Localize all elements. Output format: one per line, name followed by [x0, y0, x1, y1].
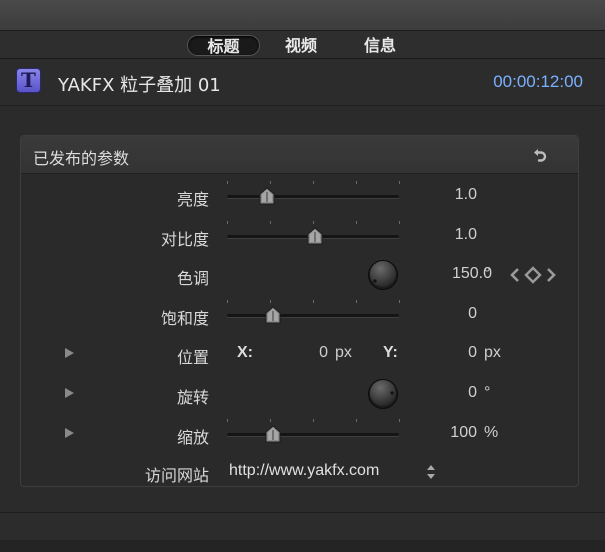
- tab-video[interactable]: 视频: [268, 35, 334, 56]
- slider-tick: [399, 300, 400, 303]
- disclosure-triangle-icon[interactable]: [65, 348, 74, 358]
- brightness-slider[interactable]: [227, 195, 399, 198]
- scale-slider-thumb[interactable]: [265, 425, 281, 443]
- clip-title: YAKFX 粒子叠加 01: [58, 75, 221, 96]
- panel-header: 已发布的参数: [21, 136, 578, 174]
- position-x-unit: px: [335, 344, 352, 361]
- saturation-slider-thumb[interactable]: [265, 306, 281, 324]
- slider-tick: [313, 181, 314, 184]
- param-row-hue: 色调 150.0 °: [21, 259, 578, 291]
- param-label: 亮度: [176, 190, 209, 209]
- param-row-brightness: 亮度 1.0: [21, 180, 578, 210]
- disclosure-triangle-icon[interactable]: [65, 388, 74, 398]
- scale-value[interactable]: 100: [450, 424, 477, 442]
- slider-ticks: [227, 221, 400, 225]
- slider-tick: [356, 300, 357, 303]
- param-row-rotation: 旋转 0 °: [21, 378, 578, 410]
- rotation-unit: °: [484, 384, 491, 401]
- slider-tick: [227, 221, 228, 224]
- website-popup-value[interactable]: http://www.yakfx.com: [229, 462, 379, 480]
- popup-stepper-icon[interactable]: [425, 463, 437, 481]
- param-label: 访问网站: [144, 466, 209, 485]
- slider-tick: [356, 221, 357, 224]
- param-row-position: 位置 X: 0 px Y: 0 px: [21, 338, 578, 368]
- tab-info[interactable]: 信息: [347, 35, 413, 56]
- slider-tick: [356, 419, 357, 422]
- slider-tick: [227, 300, 228, 303]
- saturation-slider[interactable]: [227, 314, 399, 317]
- param-label: 旋转: [176, 388, 209, 407]
- param-label: 饱和度: [160, 309, 209, 328]
- undo-arrow-icon[interactable]: [532, 146, 548, 164]
- slider-tick: [399, 221, 400, 224]
- keyframe-navigation-icon[interactable]: [509, 266, 557, 284]
- brightness-value[interactable]: 1.0: [455, 186, 477, 204]
- inspector-header: T YAKFX 粒子叠加 01 00:00:12:00: [0, 60, 605, 106]
- position-x-value[interactable]: 0: [319, 344, 328, 362]
- hue-unit: °: [484, 265, 491, 282]
- brightness-slider-thumb[interactable]: [259, 187, 275, 205]
- contrast-value[interactable]: 1.0: [455, 226, 477, 244]
- duration-timecode: 00:00:12:00: [493, 72, 583, 91]
- slider-ticks: [227, 181, 400, 185]
- scale-unit: %: [484, 424, 499, 441]
- param-label: 色调: [176, 269, 209, 288]
- tab-title[interactable]: 标题: [187, 35, 260, 56]
- position-y-value[interactable]: 0: [468, 344, 477, 362]
- slider-ticks: [227, 300, 400, 304]
- slider-tick: [313, 221, 314, 224]
- slider-tick: [227, 181, 228, 184]
- slider-tick: [270, 181, 271, 184]
- slider-tick: [313, 419, 314, 422]
- param-row-contrast: 对比度 1.0: [21, 220, 578, 250]
- disclosure-triangle-icon[interactable]: [65, 428, 74, 438]
- position-y-label: Y:: [383, 344, 398, 361]
- param-row-scale: 缩放 100 %: [21, 418, 578, 448]
- rotation-value[interactable]: 0: [468, 384, 477, 402]
- position-x-label: X:: [237, 344, 253, 361]
- window-top-bar: [0, 0, 605, 31]
- hue-angle-knob[interactable]: [367, 259, 399, 291]
- contrast-slider-thumb[interactable]: [307, 227, 323, 245]
- title-generator-icon: T: [16, 68, 41, 93]
- saturation-value[interactable]: 0: [468, 305, 477, 323]
- param-row-website: 访问网站 http://www.yakfx.com: [21, 456, 578, 486]
- scale-slider[interactable]: [227, 433, 399, 436]
- slider-tick: [270, 300, 271, 303]
- position-y-unit: px: [484, 344, 501, 361]
- slider-tick: [399, 181, 400, 184]
- slider-tick: [313, 300, 314, 303]
- window-bottom-edge: [0, 540, 605, 552]
- slider-tick: [399, 419, 400, 422]
- slider-ticks: [227, 419, 400, 423]
- rotation-angle-knob[interactable]: [367, 378, 399, 410]
- slider-tick: [270, 419, 271, 422]
- panel-title: 已发布的参数: [33, 149, 130, 168]
- published-parameters-panel: 已发布的参数 亮度 1.0 对比度 1.0 色调 150.0 ° 饱和度 0 位…: [20, 135, 579, 487]
- param-label: 对比度: [160, 230, 209, 249]
- slider-tick: [270, 221, 271, 224]
- param-label: 缩放: [176, 428, 209, 447]
- param-row-saturation: 饱和度 0: [21, 299, 578, 329]
- slider-tick: [356, 181, 357, 184]
- param-label: 位置: [176, 348, 209, 367]
- inspector-tab-bar: 标题 视频 信息: [0, 31, 605, 59]
- slider-tick: [227, 419, 228, 422]
